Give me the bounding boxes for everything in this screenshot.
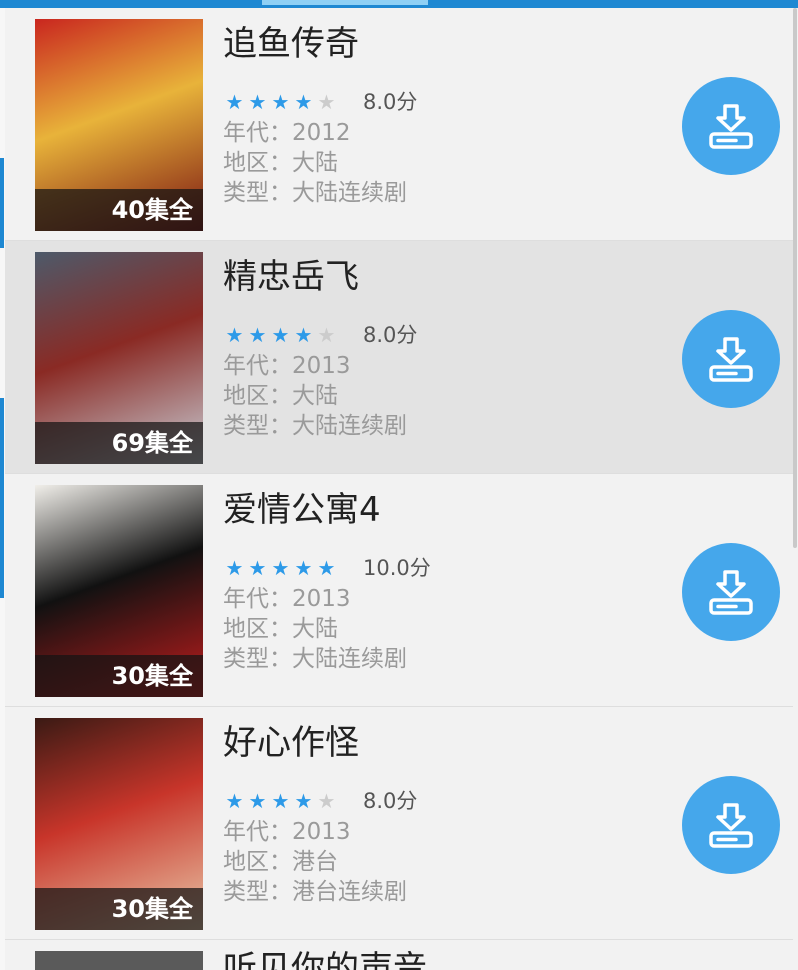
download-icon: [709, 570, 753, 615]
tab-indicator: [262, 0, 428, 5]
episode-count-label: 30集全: [111, 662, 193, 690]
episode-count-label: 40集全: [111, 196, 193, 224]
top-tab-bar: [0, 0, 798, 8]
star-filled-icon: ★: [248, 789, 267, 813]
star-rating: ★ ★ ★ ★ ★: [223, 323, 363, 347]
drama-list: 40集全 追鱼传奇 ★ ★ ★ ★ ★ 8.0分 年代：2012 地区：大陆 类型：大陆…: [5, 8, 793, 940]
star-filled-icon: ★: [317, 556, 336, 580]
item-title: 追鱼传奇: [223, 24, 359, 64]
star-filled-icon: ★: [294, 556, 313, 580]
download-button[interactable]: [682, 310, 780, 408]
episode-count-label: 30集全: [111, 895, 193, 923]
region-label: 地区：港台: [223, 849, 338, 875]
rating-score: 8.0分: [363, 789, 418, 813]
year-label: 年代：2012: [223, 120, 351, 146]
rating-score: 8.0分: [363, 90, 418, 114]
list-item[interactable]: 30集全 爱情公寓4 ★ ★ ★ ★ ★ 10.0分 年代：2013 地区：大陆 类型：…: [5, 474, 793, 707]
star-filled-icon: ★: [225, 90, 244, 114]
rating-row: ★ ★ ★ ★ ★ 8.0分: [223, 787, 418, 815]
download-button[interactable]: [682, 776, 780, 874]
download-icon: [709, 337, 753, 382]
list-item[interactable]: 69集全 精忠岳飞 ★ ★ ★ ★ ★ 8.0分 年代：2013 地区：大陆 类型：大陆…: [5, 241, 793, 474]
genre-label: 类型：港台连续剧: [223, 879, 407, 905]
genre-label: 类型：大陆连续剧: [223, 413, 407, 439]
genre-label: 类型：大陆连续剧: [223, 646, 407, 672]
drawer-edge-marker: [0, 398, 4, 598]
region-label: 地区：大陆: [223, 383, 338, 409]
list-item[interactable]: 30集全 好心作怪 ★ ★ ★ ★ ★ 8.0分 年代：2013 地区：港台 类型：港台…: [5, 707, 793, 940]
rating-score: 10.0分: [363, 556, 431, 580]
poster-image: 30集全: [35, 485, 203, 697]
star-rating: ★ ★ ★ ★ ★: [223, 789, 363, 813]
item-title: 好心作怪: [223, 723, 359, 763]
star-filled-icon: ★: [248, 323, 267, 347]
download-icon: [709, 803, 753, 848]
item-title: 精忠岳飞: [223, 257, 359, 297]
star-empty-icon: ★: [317, 323, 336, 347]
download-button[interactable]: [682, 543, 780, 641]
star-filled-icon: ★: [225, 556, 244, 580]
scrollbar[interactable]: [793, 8, 797, 548]
poster-image: 30集全: [35, 718, 203, 930]
rating-row: ★ ★ ★ ★ ★ 8.0分: [223, 321, 418, 349]
episode-count-label: 69集全: [111, 429, 193, 457]
star-filled-icon: ★: [294, 323, 313, 347]
star-filled-icon: ★: [271, 789, 290, 813]
star-filled-icon: ★: [248, 556, 267, 580]
star-rating: ★ ★ ★ ★ ★: [223, 90, 363, 114]
genre-label: 类型：大陆连续剧: [223, 180, 407, 206]
download-icon: [709, 104, 753, 149]
star-filled-icon: ★: [294, 789, 313, 813]
star-filled-icon: ★: [225, 789, 244, 813]
star-empty-icon: ★: [317, 789, 336, 813]
poster-image: [35, 951, 203, 970]
year-label: 年代：2013: [223, 586, 351, 612]
list-item-partial[interactable]: 听见你的声音: [5, 941, 793, 970]
year-label: 年代：2013: [223, 819, 351, 845]
rating-score: 8.0分: [363, 323, 418, 347]
rating-row: ★ ★ ★ ★ ★ 10.0分: [223, 554, 431, 582]
star-filled-icon: ★: [271, 323, 290, 347]
item-title: 听见你的声音: [223, 949, 427, 970]
star-empty-icon: ★: [317, 90, 336, 114]
star-filled-icon: ★: [271, 90, 290, 114]
star-filled-icon: ★: [271, 556, 290, 580]
year-label: 年代：2013: [223, 353, 351, 379]
poster-image: 40集全: [35, 19, 203, 231]
item-title: 爱情公寓4: [223, 490, 381, 530]
region-label: 地区：大陆: [223, 616, 338, 642]
region-label: 地区：大陆: [223, 150, 338, 176]
poster-image: 69集全: [35, 252, 203, 464]
star-rating: ★ ★ ★ ★ ★: [223, 556, 363, 580]
download-button[interactable]: [682, 77, 780, 175]
list-item[interactable]: 40集全 追鱼传奇 ★ ★ ★ ★ ★ 8.0分 年代：2012 地区：大陆 类型：大陆…: [5, 8, 793, 241]
star-filled-icon: ★: [225, 323, 244, 347]
rating-row: ★ ★ ★ ★ ★ 8.0分: [223, 88, 418, 116]
star-filled-icon: ★: [294, 90, 313, 114]
drawer-edge-marker: [0, 158, 4, 248]
star-filled-icon: ★: [248, 90, 267, 114]
